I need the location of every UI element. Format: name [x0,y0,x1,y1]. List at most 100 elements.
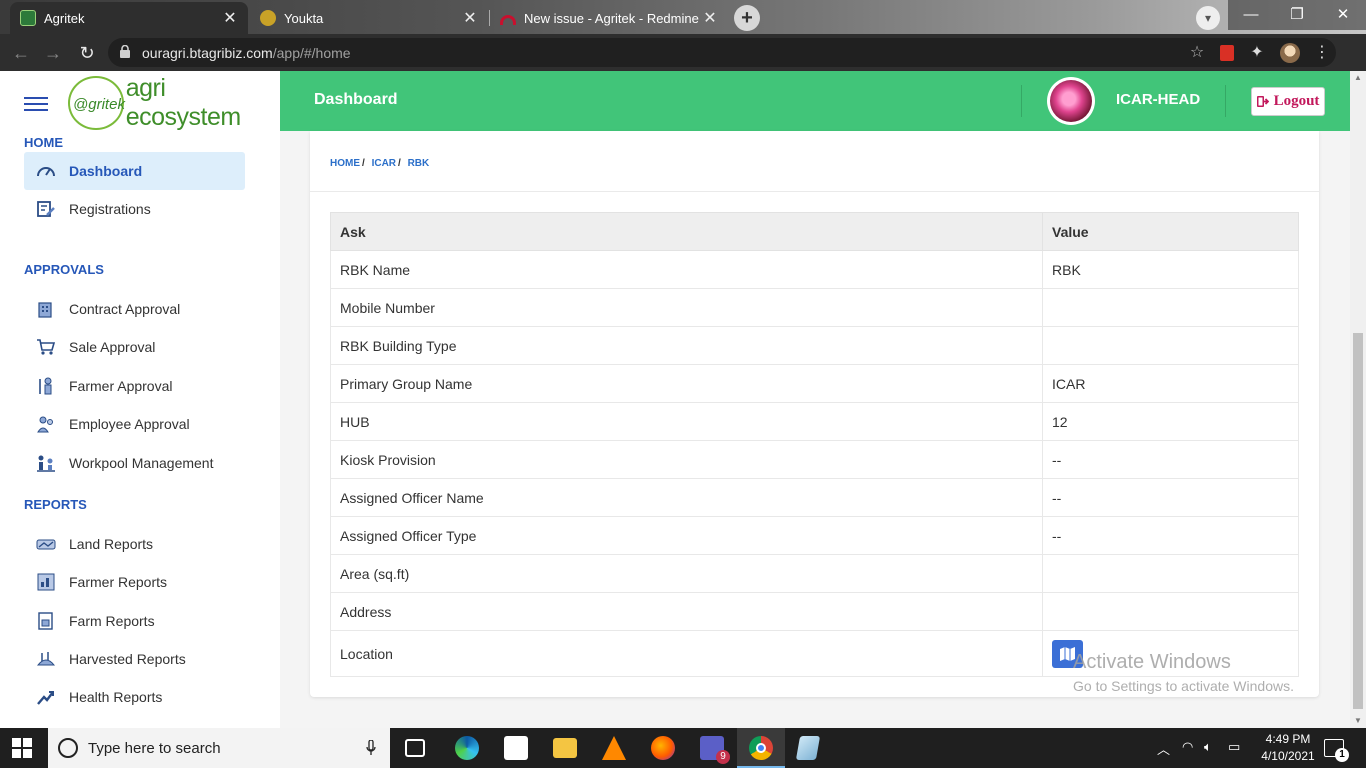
sidebar-item-label: Harvested Reports [69,651,186,667]
close-tab-icon[interactable]: ✕ [462,8,478,28]
sidebar-item-dashboard[interactable]: Dashboard [24,152,245,190]
trend-up-icon [37,691,54,705]
app-logo[interactable]: @gritek agri ecosystem [68,74,280,132]
ask-cell: Mobile Number [330,288,1043,327]
taskbar-search-box[interactable]: Type here to search [48,728,390,768]
ask-cell: HUB [330,402,1043,441]
close-window-button[interactable]: ✕ [1320,0,1366,30]
breadcrumb-home[interactable]: HOME [330,158,360,169]
page-scrollbar[interactable]: ▲ ▼ [1350,71,1366,728]
sidebar-item-farmer-reports[interactable]: Farmer Reports [24,563,245,601]
logout-button[interactable]: Logout [1251,87,1325,116]
forward-arrow-icon[interactable]: → [42,42,64,64]
user-avatar[interactable] [1047,77,1095,125]
sidebar-item-label: Land Reports [69,536,154,552]
sidebar-item-workpool-management[interactable]: Workpool Management [24,444,245,482]
sidebar-item-label: Contract Approval [69,301,181,317]
sidebar-item-label: Registrations [69,201,151,217]
sidebar-item-sale-approval[interactable]: Sale Approval [24,328,245,366]
notepad-icon[interactable] [795,736,821,760]
wifi-icon[interactable]: ◠ [1182,739,1193,755]
sidebar-item-contract-approval[interactable]: Contract Approval [24,290,245,328]
windows-taskbar: Type here to search 9 ︿ ◠ 🔈︎ ▭ 4:49 PM 4… [0,728,1366,768]
restore-window-button[interactable]: ❐ [1274,0,1320,30]
tab-title: New issue - Agritek - Redmine [524,10,699,26]
table-row: Assigned Officer Name -- [330,478,1299,517]
close-tab-icon[interactable]: ✕ [702,8,718,28]
scroll-thumb[interactable] [1353,333,1363,709]
table-row: HUB 12 [330,402,1299,441]
value-cell: -- [1042,516,1299,555]
edge-browser-icon[interactable] [455,736,479,760]
minimize-window-button[interactable]: — [1228,0,1274,30]
tab-youkta[interactable]: Youkta ✕ [250,2,488,34]
land-report-icon [36,539,56,550]
pdf-extension-icon[interactable] [1220,45,1234,61]
value-cell [1042,288,1299,327]
action-center-icon[interactable]: 1 [1324,739,1349,762]
sidebar-item-registrations[interactable]: Registrations [24,190,245,228]
breadcrumb-icar[interactable]: ICAR [372,158,396,169]
web-page: @gritek agri ecosystem HOME Dashboard Re… [0,71,1366,728]
sidebar-item-employee-approval[interactable]: Employee Approval [24,405,245,443]
teams-badge: 9 [716,750,730,764]
menu-kebab-icon[interactable]: ⋮ [1314,44,1330,62]
ask-cell: Assigned Officer Type [330,516,1043,555]
new-tab-button[interactable]: + [734,5,760,31]
redmine-favicon-icon [500,15,516,25]
back-arrow-icon[interactable]: ← [10,42,32,64]
value-cell: ICAR [1042,364,1299,403]
toolbar-icons: ☆ ✦ ⋮ [1188,43,1330,63]
clock-date: 4/10/2021 [1261,749,1315,763]
tab-title: Agritek [44,10,85,26]
firefox-icon[interactable] [651,736,675,760]
file-explorer-icon[interactable] [553,738,577,758]
logout-label: Logout [1273,93,1320,109]
edit-form-icon [37,201,55,217]
hamburger-menu-icon[interactable] [24,97,48,111]
battery-icon[interactable]: ▭ [1228,739,1240,755]
volume-icon[interactable]: 🔈︎ [1204,739,1212,755]
task-view-icon[interactable] [405,739,425,757]
sidebar-item-label: Dashboard [69,163,143,179]
reload-icon[interactable]: ↻ [76,42,98,64]
profile-avatar[interactable] [1280,43,1300,63]
section-title-reports: REPORTS [24,497,87,512]
microsoft-store-icon[interactable] [504,736,528,760]
vlc-player-icon[interactable] [602,736,626,760]
show-hidden-icons-chevron-icon[interactable]: ︿ [1157,739,1170,758]
sidebar-item-farmer-approval[interactable]: Farmer Approval [24,367,245,405]
watermark-line-1: Activate Windows [1073,651,1231,673]
bookmark-star-icon[interactable]: ☆ [1188,44,1206,62]
url-text: ouragri.btagribiz.com/app/#/home [142,45,351,61]
tab-agritek[interactable]: Agritek ✕ [10,2,248,34]
search-placeholder: Type here to search [88,739,221,757]
microphone-icon[interactable] [366,740,376,756]
sidebar-item-harvested-reports[interactable]: Harvested Reports [24,640,245,678]
close-tab-icon[interactable]: ✕ [222,8,238,28]
scroll-up-icon[interactable]: ▲ [1350,71,1366,85]
extensions-puzzle-icon[interactable]: ✦ [1248,44,1266,62]
sidebar-item-land-reports[interactable]: Land Reports [24,525,245,563]
sidebar: @gritek agri ecosystem HOME Dashboard Re… [0,71,280,728]
tab-search-icon[interactable]: ▾ [1196,6,1220,30]
clock-time: 4:49 PM [1265,732,1311,746]
table-row: Address [330,592,1299,631]
ask-cell: Kiosk Provision [330,440,1043,479]
user-name: ICAR-HEAD [1116,91,1201,108]
sidebar-item-farm-reports[interactable]: Farm Reports [24,602,245,640]
sidebar-item-health-reports[interactable]: Health Reports [24,678,245,716]
scroll-down-icon[interactable]: ▼ [1350,714,1366,728]
ask-cell: Location [330,630,1043,677]
youkta-favicon-icon [260,10,276,26]
app-header: Dashboard ICAR-HEAD Logout [280,71,1366,131]
section-title-approvals: APPROVALS [24,262,104,277]
address-bar[interactable]: ouragri.btagribiz.com/app/#/home ☆ ✦ ⋮ [108,38,1336,67]
windows-start-icon[interactable] [12,738,32,758]
value-cell [1042,554,1299,593]
tab-redmine[interactable]: New issue - Agritek - Redmine ✕ [490,2,728,34]
teams-icon[interactable]: 9 [700,736,730,764]
taskbar-clock[interactable]: 4:49 PM 4/10/2021 [1258,731,1318,765]
tab-title: Youkta [284,10,324,26]
ask-cell: Assigned Officer Name [330,478,1043,517]
